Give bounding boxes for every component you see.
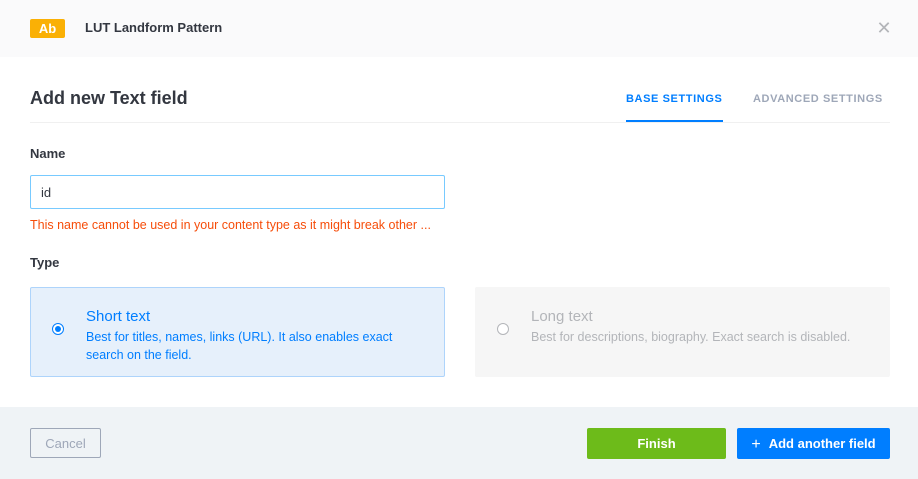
type-option-title: Short text xyxy=(86,308,151,325)
divider xyxy=(30,122,890,123)
add-another-field-button[interactable]: + Add another field xyxy=(737,428,890,459)
modal-header: Ab LUT Landform Pattern ✕ xyxy=(0,0,918,57)
cancel-button[interactable]: Cancel xyxy=(30,428,101,458)
content-type-title: LUT Landform Pattern xyxy=(85,20,223,35)
type-option-title: Long text xyxy=(531,308,593,325)
type-option-short-text[interactable]: Short text Best for titles, names, links… xyxy=(30,287,445,377)
radio-unselected-icon[interactable] xyxy=(497,323,509,335)
name-label: Name xyxy=(30,146,66,161)
finish-button[interactable]: Finish xyxy=(587,428,726,459)
modal-title: Add new Text field xyxy=(30,88,188,108)
plus-icon: + xyxy=(751,436,761,453)
type-option-description: Best for titles, names, links (URL). It … xyxy=(86,330,393,362)
tab-advanced-settings[interactable]: ADVANCED SETTINGS xyxy=(753,93,883,105)
type-option-long-text[interactable]: Long text Best for descriptions, biograp… xyxy=(475,287,890,377)
name-input[interactable] xyxy=(30,175,445,209)
type-option-description: Best for descriptions, biography. Exact … xyxy=(531,330,851,344)
tab-base-settings[interactable]: BASE SETTINGS xyxy=(626,93,722,105)
type-label: Type xyxy=(30,255,60,270)
radio-selected-icon[interactable] xyxy=(52,323,64,335)
close-icon[interactable]: ✕ xyxy=(876,19,892,37)
name-error-message: This name cannot be used in your content… xyxy=(30,218,431,232)
add-another-field-label: Add another field xyxy=(768,436,876,451)
modal-footer: Cancel Finish + Add another field xyxy=(0,407,918,479)
field-type-badge: Ab xyxy=(30,19,65,38)
